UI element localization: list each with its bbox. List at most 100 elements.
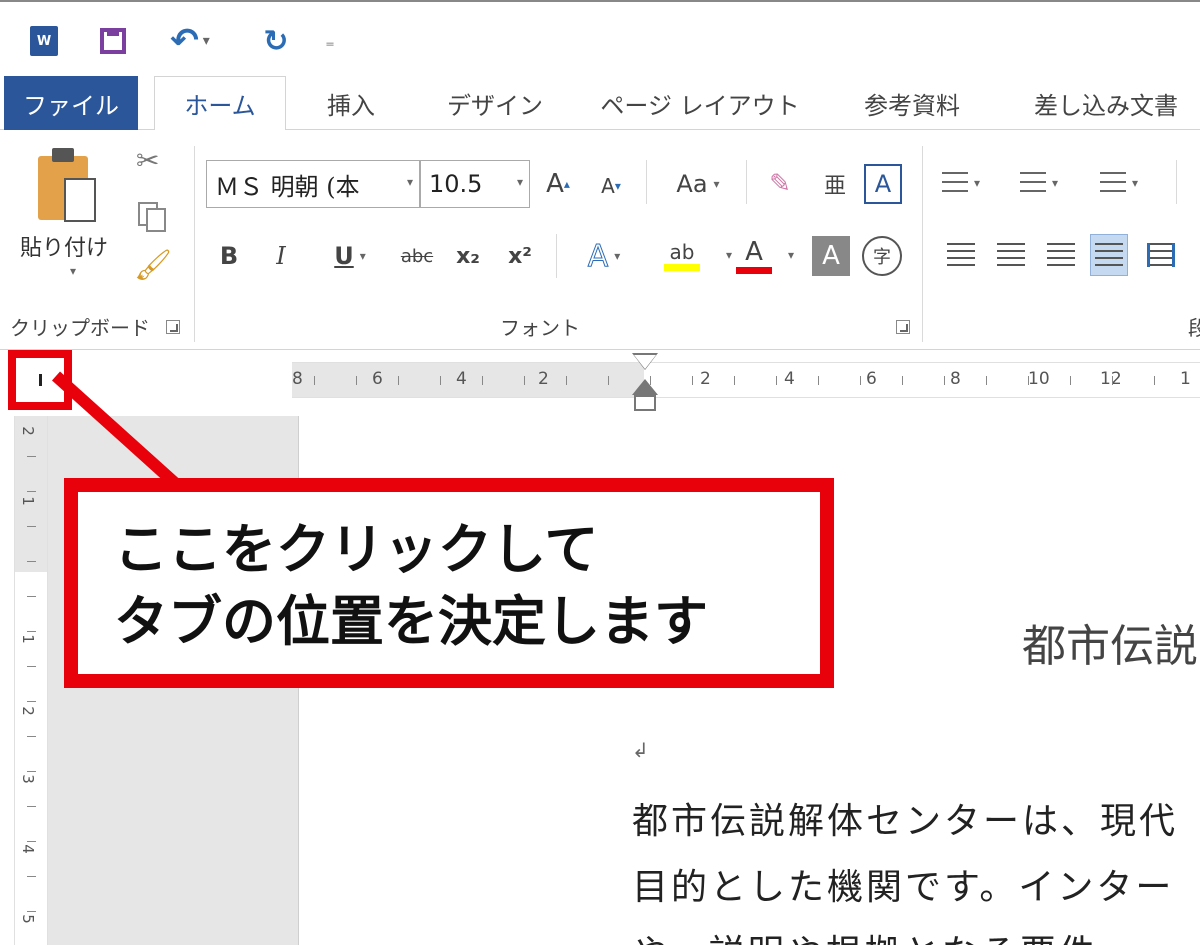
cut-icon[interactable]: ✂ [136, 144, 159, 177]
paragraph-group-label: 段 [1188, 316, 1200, 340]
ruler-tick [27, 806, 36, 807]
undo-icon[interactable]: ↶ ▾ [160, 21, 220, 61]
tab-stop-icon [38, 374, 42, 386]
indent-markers[interactable] [632, 353, 658, 411]
justify-button[interactable] [1090, 234, 1128, 276]
ruler-tick [650, 376, 651, 385]
group-divider [194, 146, 195, 342]
distributed-button[interactable] [1142, 234, 1180, 276]
underline-button[interactable]: U ▾ [318, 236, 382, 276]
bullets-button[interactable]: ▾ [942, 168, 980, 198]
tab-page-layout[interactable]: ページ レイアウト [600, 76, 800, 130]
ruler-tick [27, 526, 36, 527]
ruler-number: 4 [456, 369, 467, 389]
highlight-button[interactable]: ab [646, 232, 718, 278]
ruler-area: 8 6 4 2 2 4 6 8 10 12 1 [0, 350, 1200, 416]
ruler-margin [292, 363, 644, 397]
enclose-characters-button[interactable]: 字 [862, 236, 902, 276]
chevron-down-icon[interactable]: ▾ [407, 175, 413, 189]
ruler-number: 2 [700, 369, 711, 389]
ruler-tick [356, 376, 357, 385]
character-shading-button[interactable]: A [812, 236, 850, 276]
subscript-button[interactable]: x₂ [448, 236, 488, 276]
ruler-number: 1 [18, 634, 37, 644]
grow-font-button[interactable]: A ▴ [540, 164, 576, 204]
clipboard-launcher-icon[interactable] [166, 320, 180, 334]
tab-references[interactable]: 参考資料 [852, 76, 972, 130]
tab-mailings[interactable]: 差し込み文書 [1034, 76, 1200, 130]
ribbon-tabs: ファイル ホーム 挿入 デザイン ページ レイアウト 参考資料 差し込み文書 [0, 76, 1200, 131]
strikethrough-button[interactable]: abc [394, 236, 440, 276]
ruler-number: 8 [950, 369, 961, 389]
clear-formatting-icon[interactable]: ✎ [760, 164, 800, 204]
paste-button-label[interactable]: 貼り付け [20, 230, 108, 262]
font-color-button[interactable]: A [730, 232, 778, 278]
vertical-ruler[interactable]: 2 1 1 2 3 4 5 [14, 416, 48, 945]
ruler-number: 6 [866, 369, 877, 389]
word-app-icon[interactable]: W [26, 24, 62, 58]
paste-dropdown-icon[interactable]: ▾ [70, 264, 76, 278]
font-size-box[interactable]: 10.5 ▾ [420, 160, 530, 208]
undo-dropdown-icon[interactable]: ▾ [203, 33, 210, 49]
font-name-box[interactable]: ＭＳ 明朝 (本 ▾ [206, 160, 420, 208]
ruler-tick [27, 701, 36, 702]
copy-icon[interactable] [136, 200, 166, 232]
align-center-button[interactable] [992, 234, 1030, 276]
ruler-tick [1112, 376, 1113, 385]
tab-file[interactable]: ファイル [4, 76, 138, 130]
multilevel-list-button[interactable]: ▾ [1100, 168, 1138, 198]
ruler-tick [818, 376, 819, 385]
italic-button[interactable]: I [264, 236, 298, 276]
bold-button[interactable]: B [212, 236, 246, 276]
ruler-tick [566, 376, 567, 385]
ruler-tick [482, 376, 483, 385]
change-case-button[interactable]: Aa ▾ [660, 164, 736, 204]
align-right-button[interactable] [1042, 234, 1080, 276]
text-effects-button[interactable]: A ▾ [570, 236, 638, 276]
ruler-tick [1028, 376, 1029, 385]
ruler-margin [15, 416, 47, 572]
font-color-dropdown-icon[interactable]: ▾ [780, 240, 796, 270]
superscript-button[interactable]: x² [500, 236, 540, 276]
ruler-tick [27, 561, 36, 562]
customize-toolbar-icon[interactable]: ₌ [318, 24, 342, 58]
shrink-font-button[interactable]: A ▾ [594, 168, 628, 204]
ruler-number: 4 [18, 844, 37, 854]
document-title: 都市伝説 [1022, 621, 1198, 672]
paragraph-mark: ↲ [632, 738, 649, 762]
ruler-tick [860, 376, 861, 385]
ruler-number: 1 [1180, 369, 1191, 389]
save-icon[interactable] [96, 24, 130, 58]
align-left-button[interactable] [942, 234, 980, 276]
redo-icon[interactable]: ↻ [256, 24, 296, 59]
horizontal-ruler[interactable]: 8 6 4 2 2 4 6 8 10 12 1 [292, 353, 1200, 411]
ruler-tick [314, 376, 315, 385]
ruler-tick [776, 376, 777, 385]
ribbon-home: 貼り付け ▾ ✂ 🖌 クリップボード ＭＳ 明朝 (本 ▾ 10.5 ▾ A ▴ A ▾… [0, 130, 1200, 350]
phonetic-guide-button[interactable]: 亜 [818, 164, 852, 204]
ruler-tick [27, 876, 36, 877]
ruler-tick [1154, 376, 1155, 385]
numbering-button[interactable]: ▾ [1020, 168, 1058, 198]
ruler-tick [27, 491, 36, 492]
ruler-number: 1 [18, 496, 37, 506]
ruler-number: 8 [292, 369, 303, 389]
ruler-tick [27, 841, 36, 842]
character-border-button[interactable]: A [864, 164, 902, 204]
ruler-tick [398, 376, 399, 385]
format-painter-icon[interactable]: 🖌 [134, 248, 172, 283]
tab-insert[interactable]: 挿入 [316, 76, 386, 130]
chevron-down-icon[interactable]: ▾ [517, 175, 523, 189]
font-launcher-icon[interactable] [896, 320, 910, 334]
ruler-tick [944, 376, 945, 385]
ruler-number: 10 [1028, 369, 1050, 389]
ruler-number: 2 [538, 369, 549, 389]
body-text-line: 都市伝説解体センターは、現代 [632, 801, 1179, 842]
tab-design[interactable]: デザイン [440, 76, 550, 130]
paste-icon[interactable] [38, 148, 98, 224]
ruler-number: 2 [18, 426, 37, 436]
tab-home[interactable]: ホーム [154, 76, 286, 131]
callout-line-2: タブの位置を決定します [114, 590, 708, 653]
ruler-tick [608, 376, 609, 385]
quick-access-toolbar: W ↶ ▾ ↻ ₌ [0, 0, 1200, 76]
